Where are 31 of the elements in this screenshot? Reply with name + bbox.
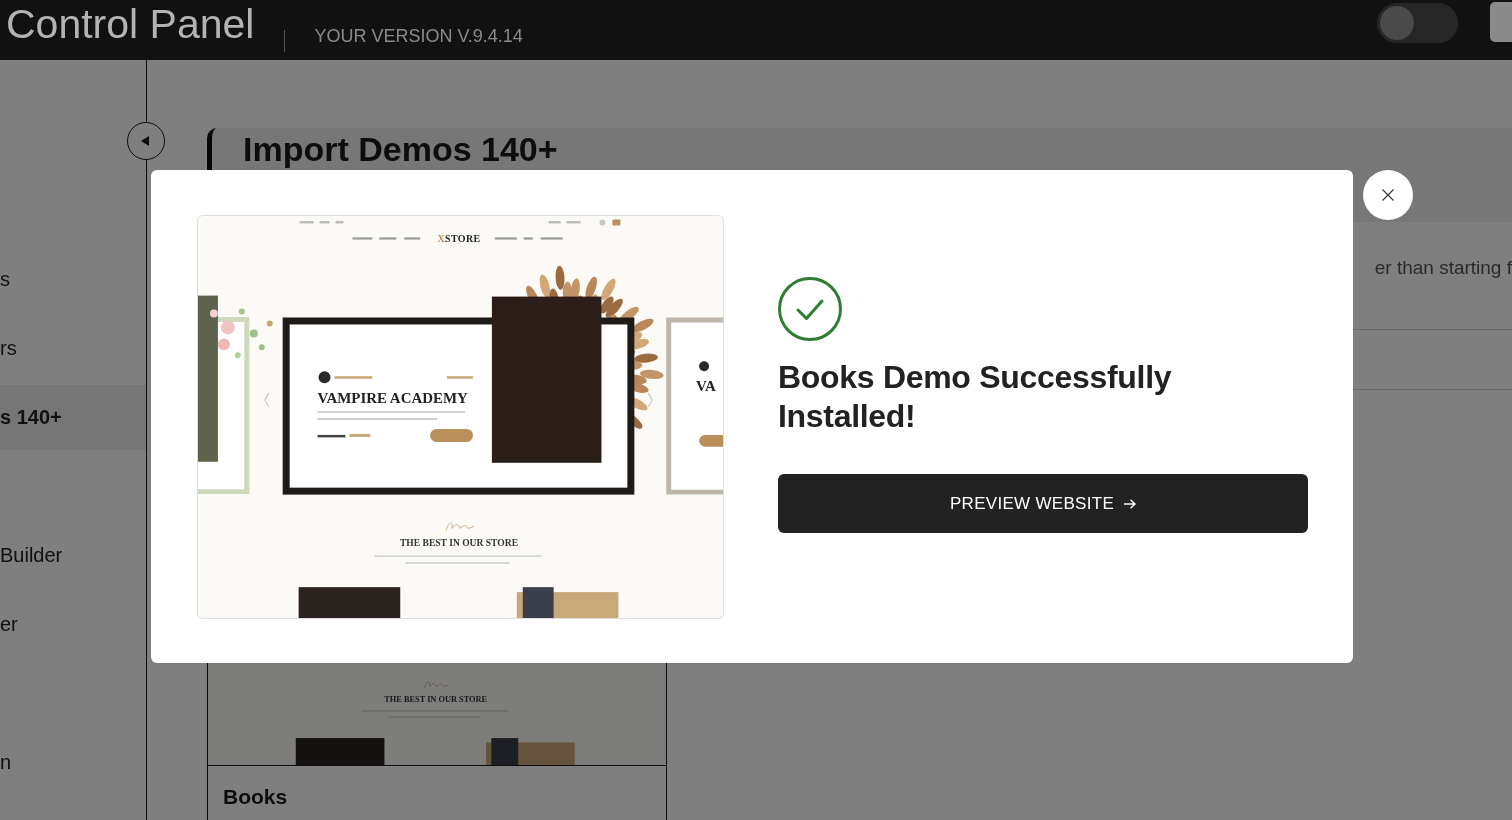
author-avatar [699,361,710,372]
store-logo: XSTORE [437,232,481,244]
success-title: Books Demo Successfully Installed! [778,358,1173,436]
app-title: Control Panel [6,2,255,46]
sidebar-item[interactable]: s [0,247,146,312]
book-cover-placeholder [522,587,554,618]
book-cover-placeholder [491,738,519,765]
hero-title: VAMPIRE ACADEMY [317,390,468,407]
sidebar-item[interactable]: n [0,730,146,795]
sidebar-item[interactable]: er [0,592,146,657]
check-circle-icon [778,277,842,341]
caret-left-icon [141,136,149,146]
demo-title: Books [208,765,666,820]
page-heading: Import Demos 140+ [243,130,558,168]
chevron-right-icon [647,392,653,408]
section-title: THE BEST IN OUR STORE [400,537,518,549]
description-text: er than starting f [1374,256,1512,280]
sidebar-item[interactable]: s 140+ [0,385,146,450]
close-icon [1382,189,1394,201]
script-heading-drawing [445,522,475,531]
script-heading-drawing [424,681,450,689]
toggle-switch[interactable] [1377,3,1458,43]
version-label: YOUR VERSION V.9.4.14 [314,27,523,45]
slide-title: VA [696,378,716,395]
sidebar-item[interactable]: Builder [0,523,146,588]
sidebar-item[interactable]: rs [0,316,146,381]
arrow-right-icon [1124,498,1137,509]
collapse-button[interactable] [127,122,165,160]
chevron-left-icon [264,392,270,408]
author-avatar [318,371,331,384]
preview-website-button[interactable]: PREVIEW WEBSITE [778,474,1308,533]
